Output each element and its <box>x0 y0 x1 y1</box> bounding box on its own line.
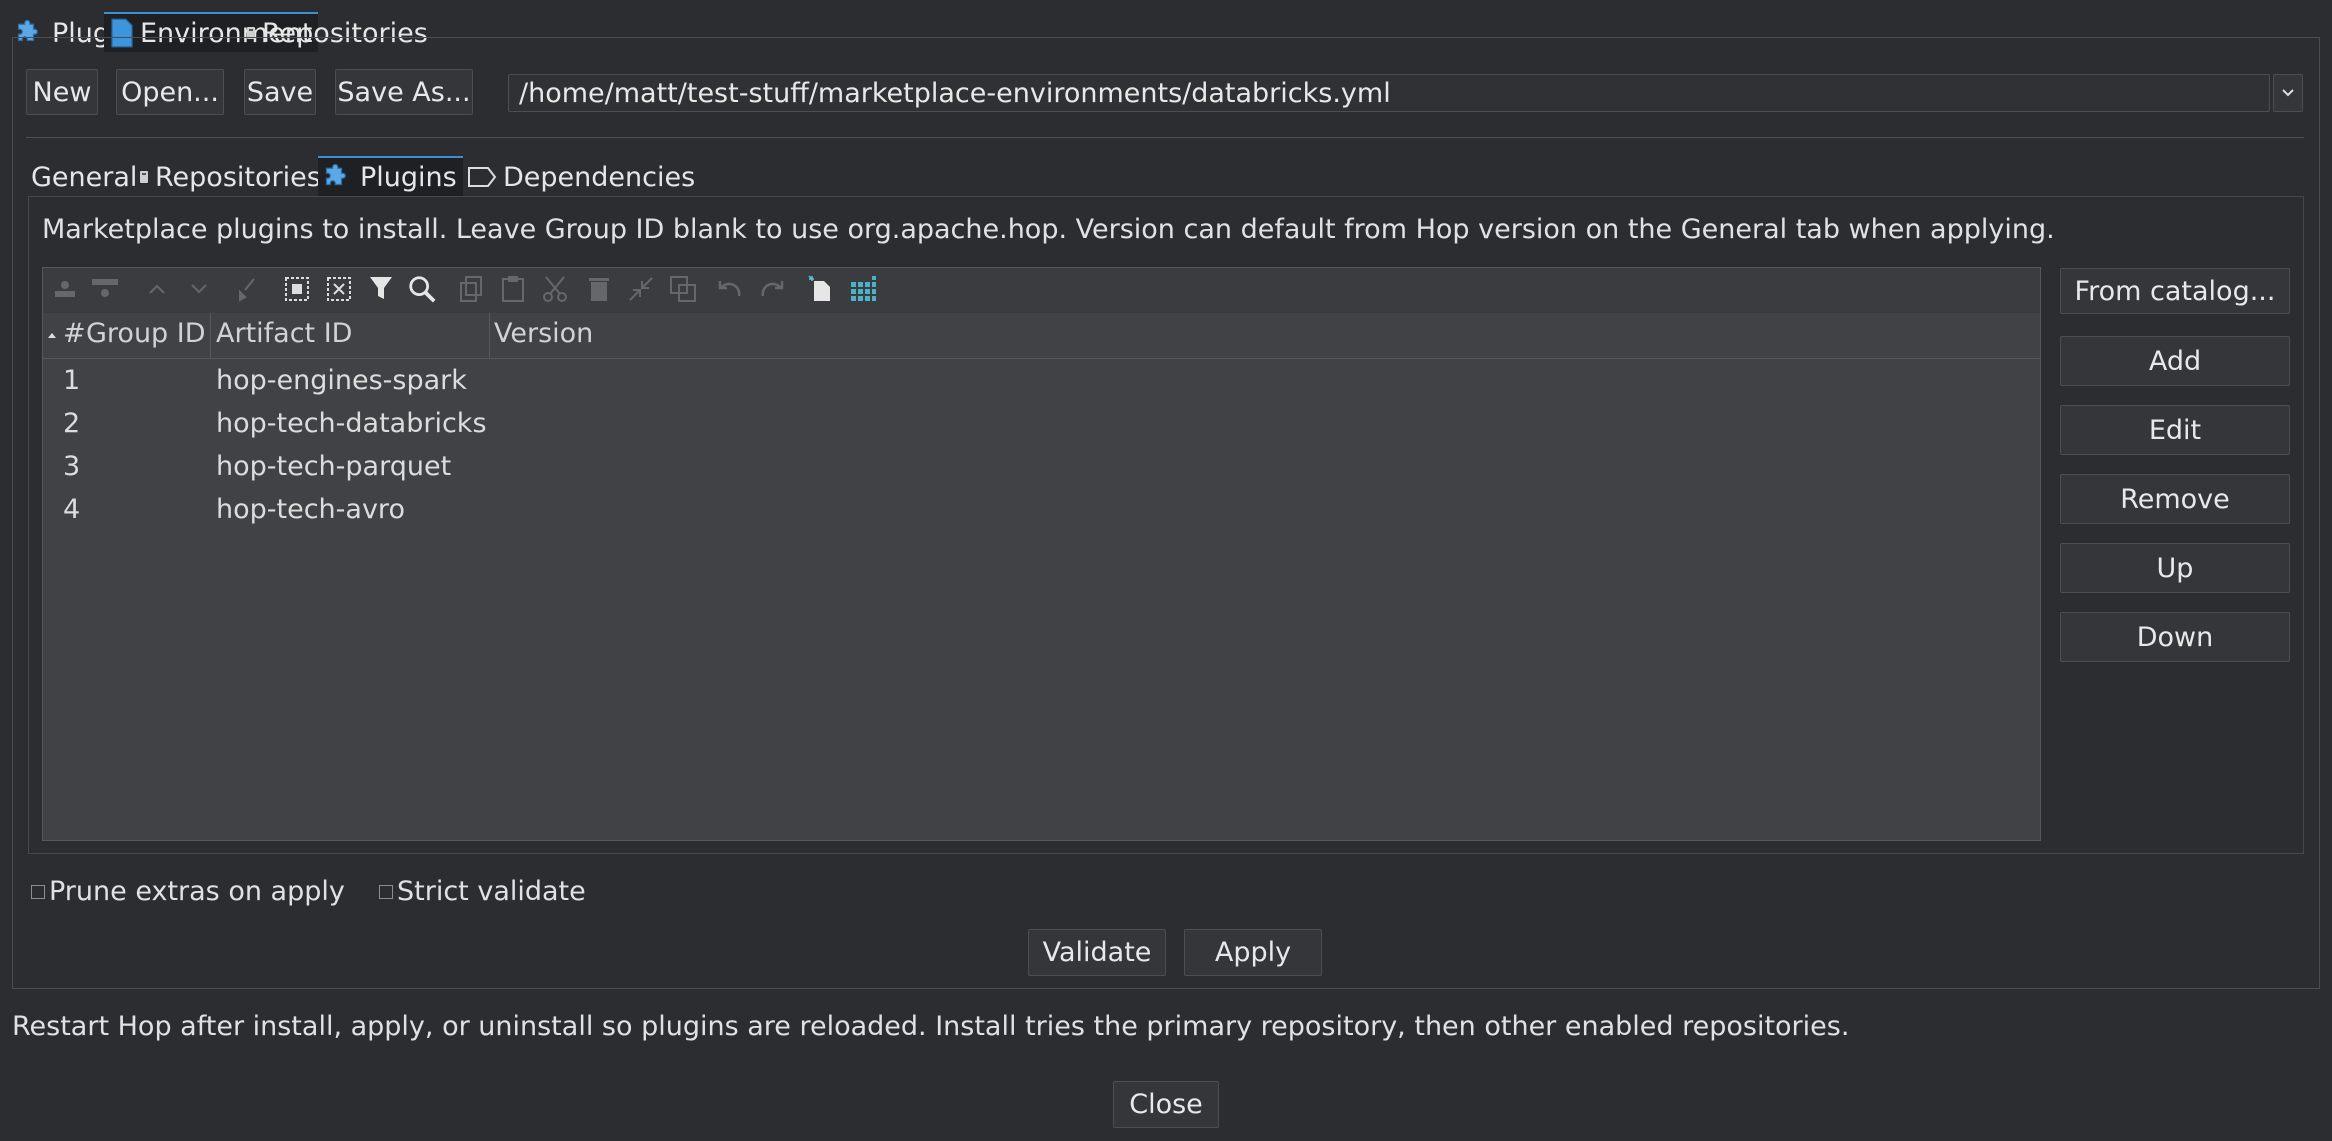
from-catalog-button[interactable]: From catalog... <box>2060 268 2290 314</box>
duplicate-icon[interactable] <box>668 274 698 304</box>
column-header-artifact-id[interactable]: Artifact ID <box>216 318 352 349</box>
row-number[interactable]: 4 <box>63 494 80 525</box>
tab-general[interactable]: General <box>25 158 143 196</box>
tag-icon <box>468 167 497 187</box>
prune-checkbox[interactable] <box>31 885 45 899</box>
column-header-group-id[interactable]: Group ID <box>86 318 206 349</box>
puzzle-icon <box>325 163 346 186</box>
edit-button[interactable]: Edit <box>2060 405 2290 455</box>
close-button[interactable]: Close <box>1113 1081 1219 1128</box>
save-button[interactable]: Save <box>244 69 316 115</box>
new-file-icon[interactable] <box>806 274 836 304</box>
paste-icon[interactable] <box>498 274 528 304</box>
collapse-icon[interactable] <box>626 274 656 304</box>
path-field[interactable]: /home/matt/test-stuff/marketplace-enviro… <box>508 74 2270 112</box>
footer-note: Restart Hop after install, apply, or uni… <box>12 1011 1850 1042</box>
path-dropdown-button[interactable] <box>2273 74 2303 112</box>
insert-row-icon[interactable] <box>50 274 80 304</box>
column-divider <box>210 313 211 358</box>
copy-icon[interactable] <box>456 274 486 304</box>
row-artifact-id[interactable]: hop-tech-avro <box>216 494 405 525</box>
strict-validate-label[interactable]: Strict validate <box>397 876 586 907</box>
tab-inner-plugins[interactable]: Plugins <box>318 156 463 196</box>
search-icon[interactable] <box>407 274 437 304</box>
cut-icon[interactable] <box>540 274 570 304</box>
remove-button[interactable]: Remove <box>2060 474 2290 524</box>
down-button[interactable]: Down <box>2060 612 2290 662</box>
description-text: Marketplace plugins to install. Leave Gr… <box>42 214 2055 245</box>
move-up-icon[interactable] <box>142 274 172 304</box>
column-header-version[interactable]: Version <box>494 318 593 349</box>
column-divider <box>489 313 490 358</box>
row-artifact-id[interactable]: hop-tech-databricks <box>216 408 487 439</box>
clear-icon[interactable] <box>232 274 262 304</box>
row-number[interactable]: 2 <box>63 408 80 439</box>
column-header-num[interactable]: # <box>63 318 86 349</box>
prune-label[interactable]: Prune extras on apply <box>49 876 345 907</box>
delete-row-icon[interactable] <box>90 274 120 304</box>
redo-icon[interactable] <box>758 274 788 304</box>
tab-general-label: General <box>31 161 138 193</box>
select-all-icon[interactable] <box>282 274 312 304</box>
new-button[interactable]: New <box>26 69 98 115</box>
grid-icon[interactable] <box>848 274 878 304</box>
trash-icon[interactable] <box>584 274 614 304</box>
row-artifact-id[interactable]: hop-engines-spark <box>216 365 467 396</box>
unselect-all-icon[interactable] <box>324 274 354 304</box>
filter-icon[interactable] <box>366 274 396 304</box>
chevron-down-icon <box>2282 89 2294 97</box>
undo-icon[interactable] <box>714 274 744 304</box>
row-number[interactable]: 1 <box>63 365 80 396</box>
validate-button[interactable]: Validate <box>1028 929 1166 976</box>
strict-validate-checkbox[interactable] <box>379 885 393 899</box>
tab-dependencies-label: Dependencies <box>503 161 696 193</box>
tab-inner-plugins-label: Plugins <box>360 161 457 193</box>
repository-icon <box>140 171 148 183</box>
save-as-button[interactable]: Save As... <box>335 69 473 115</box>
sort-indicator-icon <box>48 333 56 338</box>
open-button[interactable]: Open... <box>116 69 224 115</box>
up-button[interactable]: Up <box>2060 543 2290 593</box>
add-button[interactable]: Add <box>2060 336 2290 386</box>
move-down-icon[interactable] <box>184 274 214 304</box>
tab-inner-repositories-label: Repositories <box>155 161 321 193</box>
apply-button[interactable]: Apply <box>1184 929 1322 976</box>
tab-inner-repositories[interactable]: Repositories <box>133 158 327 196</box>
row-number[interactable]: 3 <box>63 451 80 482</box>
divider <box>26 137 2304 138</box>
row-artifact-id[interactable]: hop-tech-parquet <box>216 451 451 482</box>
tab-dependencies[interactable]: Dependencies <box>461 158 701 196</box>
